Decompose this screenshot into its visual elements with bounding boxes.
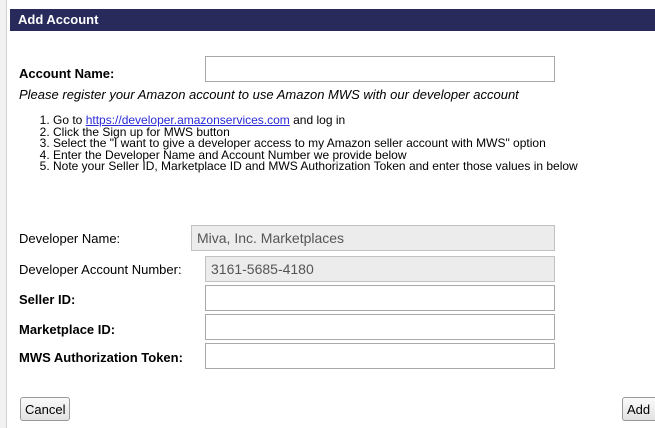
developer-account-number-input xyxy=(205,256,555,282)
seller-id-input[interactable] xyxy=(205,285,555,311)
add-button[interactable]: Add xyxy=(622,397,655,421)
marketplace-id-input[interactable] xyxy=(205,314,555,340)
developer-name-label: Developer Name: xyxy=(19,231,121,246)
developer-account-number-label: Developer Account Number: xyxy=(19,262,182,277)
dialog-left-border xyxy=(0,0,7,428)
developer-name-input xyxy=(191,225,555,251)
instructions-list: Go to https://developer.amazonservices.c… xyxy=(35,113,655,173)
register-note: Please register your Amazon account to u… xyxy=(19,87,519,102)
cancel-button[interactable]: Cancel xyxy=(20,397,71,421)
mws-token-input[interactable] xyxy=(205,343,555,369)
step-5: Note your Seller ID, Marketplace ID and … xyxy=(53,160,655,173)
account-name-label: Account Name: xyxy=(19,66,115,81)
step-1-suffix: and log in xyxy=(289,113,346,127)
mws-token-label: MWS Authorization Token: xyxy=(19,350,183,365)
seller-id-label: Seller ID: xyxy=(19,292,76,307)
marketplace-id-label: Marketplace ID: xyxy=(19,322,116,337)
account-name-input[interactable] xyxy=(205,56,555,82)
dialog-title: Add Account xyxy=(10,9,655,31)
